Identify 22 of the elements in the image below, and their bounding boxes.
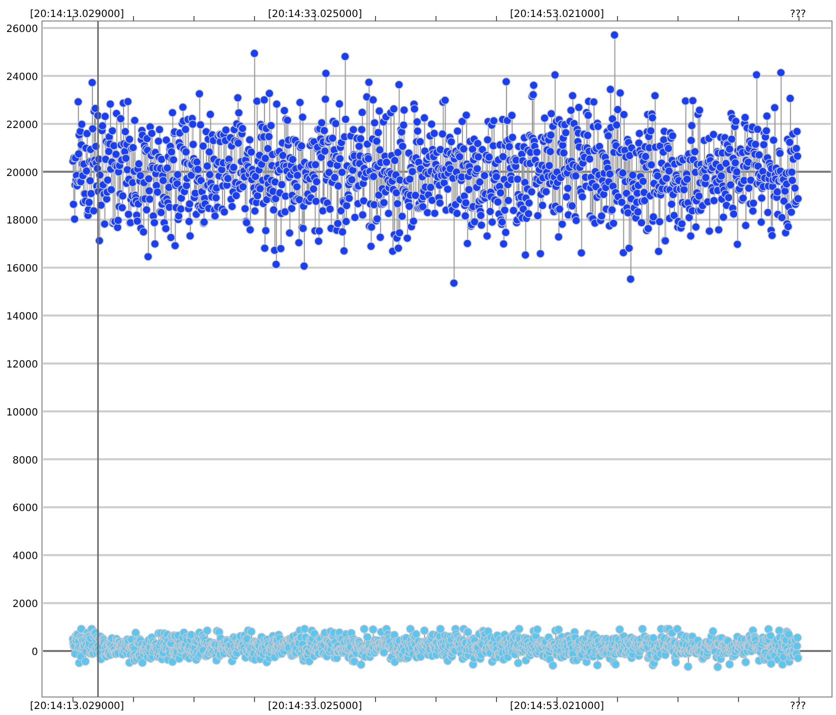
- time-label: ???: [790, 9, 806, 20]
- time-label: [20:14:33.025000]: [268, 9, 362, 20]
- y-axis-label: 16000: [6, 264, 38, 275]
- y-axis-label: 20000: [6, 168, 38, 179]
- time-label: [20:14:53.021000]: [510, 9, 604, 20]
- y-axis-label: 26000: [6, 24, 38, 35]
- y-axis-label: 10000: [6, 407, 38, 418]
- y-axis-label: 0: [32, 647, 38, 658]
- y-axis-label: 8000: [12, 455, 38, 466]
- time-label: [20:14:13.029000]: [30, 9, 124, 20]
- y-axis-label: 4000: [12, 551, 38, 562]
- y-axis-label: 22000: [6, 120, 38, 131]
- y-axis-label: 14000: [6, 312, 38, 323]
- y-axis-label: 2000: [12, 599, 38, 610]
- time-label: [20:14:33.025000]: [268, 701, 362, 712]
- time-label: [20:14:13.029000]: [30, 701, 124, 712]
- time-label: ???: [790, 701, 806, 712]
- time-label: [20:14:53.021000]: [510, 701, 604, 712]
- y-axis-label: 18000: [6, 216, 38, 227]
- y-axis-label: 24000: [6, 72, 38, 83]
- y-axis-label: 12000: [6, 359, 38, 370]
- y-axis-label: 6000: [12, 503, 38, 514]
